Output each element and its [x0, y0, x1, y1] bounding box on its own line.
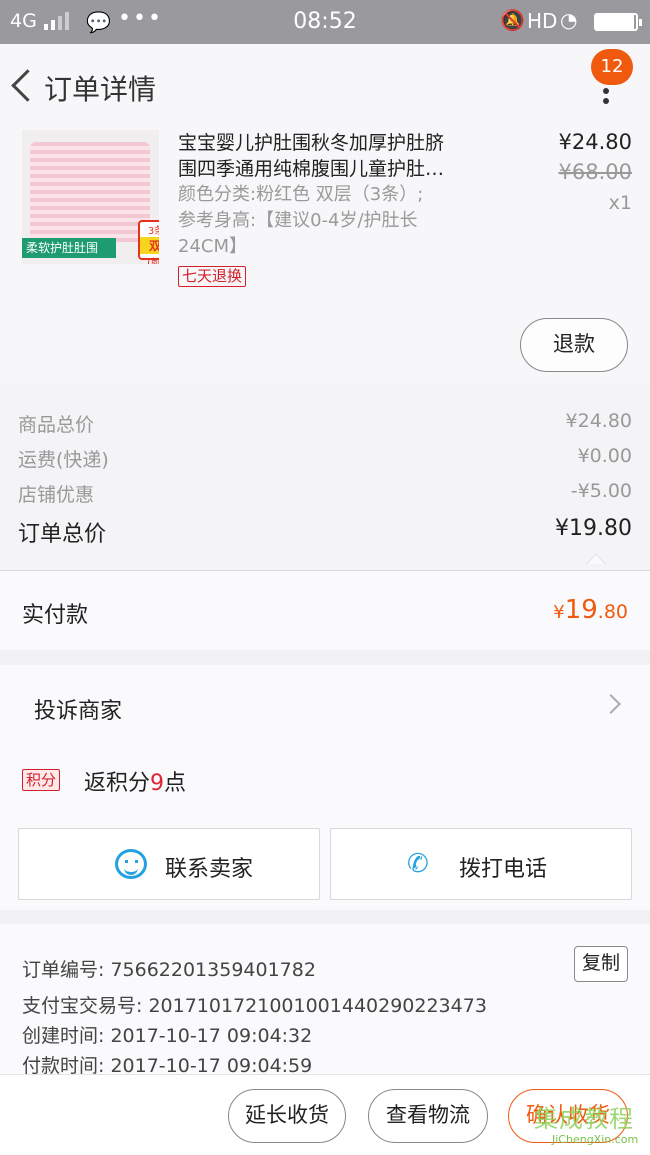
back-icon[interactable] — [8, 66, 38, 106]
goods-total-value: ¥24.80 — [565, 410, 632, 432]
product-title-line: 宝宝婴儿护肚围秋冬加厚护肚脐 — [178, 132, 445, 154]
watermark-logo: 集成教程 JiChengXin.com — [530, 1099, 648, 1151]
sku-line: 颜色分类:粉红色 双层（3条）; — [178, 184, 424, 205]
mute-icon: 🔕 — [500, 8, 525, 32]
chat-face-icon — [115, 849, 147, 879]
view-logistics-button[interactable]: 查看物流 — [368, 1089, 488, 1143]
points-text: 返积分9点 — [84, 765, 186, 797]
contact-seller-button[interactable]: 联系卖家 — [18, 828, 320, 900]
discount-value: -¥5.00 — [570, 480, 632, 502]
order-total-value: ¥19.80 — [555, 516, 632, 541]
action-bar: 延长收货 查看物流 确认收货 集成教程 JiChengXin.com — [0, 1074, 650, 1155]
image-tag-mid: 双层 — [140, 237, 159, 254]
paid-integer: 19 — [564, 595, 598, 625]
points-suffix: 点 — [164, 771, 187, 796]
extend-receipt-button[interactable]: 延长收货 — [228, 1089, 346, 1143]
alipay-trade-number: 支付宝交易号: 2017101721001001440290223473 — [22, 995, 487, 1017]
points-prefix: 返积分 — [84, 771, 151, 796]
points-tag: 积分 — [22, 769, 61, 791]
product-sku: 颜色分类:粉红色 双层（3条）; 参考身高:【建议0-4岁/护肚长 24CM】 — [178, 182, 508, 260]
sku-line: 参考身高:【建议0-4岁/护肚长 — [178, 210, 418, 231]
quantity: x1 — [608, 192, 632, 214]
order-info: 订单编号: 75662201359401782 复制 支付宝交易号: 20171… — [0, 924, 650, 1077]
complain-seller-row[interactable]: 投诉商家 — [0, 665, 650, 745]
complain-label: 投诉商家 — [34, 699, 123, 724]
sku-line: 24CM】 — [178, 236, 248, 257]
paid-amount-section: 实付款 ¥19.80 — [0, 570, 650, 650]
paid-label: 实付款 — [22, 603, 89, 628]
call-phone-button[interactable]: ✆ 拨打电话 — [330, 828, 632, 900]
product-image-tag: 3条装 双层 (颜色) — [138, 220, 159, 264]
message-count-badge: 12 — [591, 49, 633, 85]
discount-label: 店铺优惠 — [18, 484, 95, 506]
battery-icon — [594, 13, 642, 31]
price-breakdown: 商品总价 ¥24.80 运费(快递) ¥0.00 店铺优惠 -¥5.00 订单总… — [0, 384, 650, 570]
product-price: ¥24.80 — [558, 130, 632, 154]
phone-icon: ✆ — [407, 849, 429, 879]
hd-indicator: HD — [527, 9, 558, 33]
refund-button[interactable]: 退款 — [520, 318, 628, 372]
chevron-right-icon — [601, 694, 621, 714]
product-title-line: 围四季通用纯棉腹围儿童护肚… — [178, 158, 445, 180]
created-time: 创建时间: 2017-10-17 09:04:32 — [22, 1025, 313, 1047]
image-tag-top: 3条装 — [147, 226, 159, 237]
points-count: 9 — [150, 771, 165, 796]
discount-row: 店铺优惠 -¥5.00 — [18, 480, 632, 507]
order-total-row: 订单总价 ¥19.80 — [18, 516, 632, 548]
shipping-value: ¥0.00 — [577, 445, 632, 467]
service-section: 投诉商家 积分 返积分9点 联系卖家 ✆ 拨打电话 — [0, 665, 650, 910]
paid-decimal: .80 — [597, 601, 628, 623]
call-phone-label: 拨打电话 — [459, 857, 548, 882]
currency-symbol: ¥ — [553, 602, 565, 623]
wifi-icon: ◔ — [560, 8, 578, 32]
product-image-label: 柔软护肚肚围 — [22, 238, 116, 258]
original-price: ¥68.00 — [558, 160, 632, 184]
order-number: 订单编号: 75662201359401782 — [22, 959, 316, 981]
nav-header: 订单详情 — [0, 44, 650, 130]
goods-total-label: 商品总价 — [18, 414, 95, 436]
paid-amount: ¥19.80 — [553, 595, 628, 625]
watermark-text: 集成教程 — [534, 1105, 634, 1133]
order-total-label: 订单总价 — [18, 522, 107, 547]
page-title: 订单详情 — [44, 73, 157, 106]
watermark-url: JiChengXin.com — [552, 1133, 639, 1146]
shipping-label: 运费(快递) — [18, 449, 109, 471]
product-card[interactable]: 柔软护肚肚围 3条装 双层 (颜色) 宝宝婴儿护肚围秋冬加厚护肚脐 围四季通用纯… — [0, 130, 650, 384]
image-tag-bottom: (颜色) — [147, 258, 159, 264]
goods-total-row: 商品总价 ¥24.80 — [18, 410, 632, 437]
caret-pointer — [586, 554, 606, 564]
status-bar: 4G 💬 ••• 08:52 🔕 HD ◔ — [0, 0, 650, 44]
product-photo — [30, 142, 150, 242]
product-image[interactable]: 柔软护肚肚围 3条装 双层 (颜色) — [22, 130, 159, 264]
product-title[interactable]: 宝宝婴儿护肚围秋冬加厚护肚脐 围四季通用纯棉腹围儿童护肚… — [178, 130, 508, 182]
shipping-row: 运费(快递) ¥0.00 — [18, 445, 632, 472]
contact-seller-label: 联系卖家 — [165, 857, 254, 882]
return-policy-badge: 七天退换 — [178, 266, 247, 287]
copy-button[interactable]: 复制 — [574, 946, 628, 982]
